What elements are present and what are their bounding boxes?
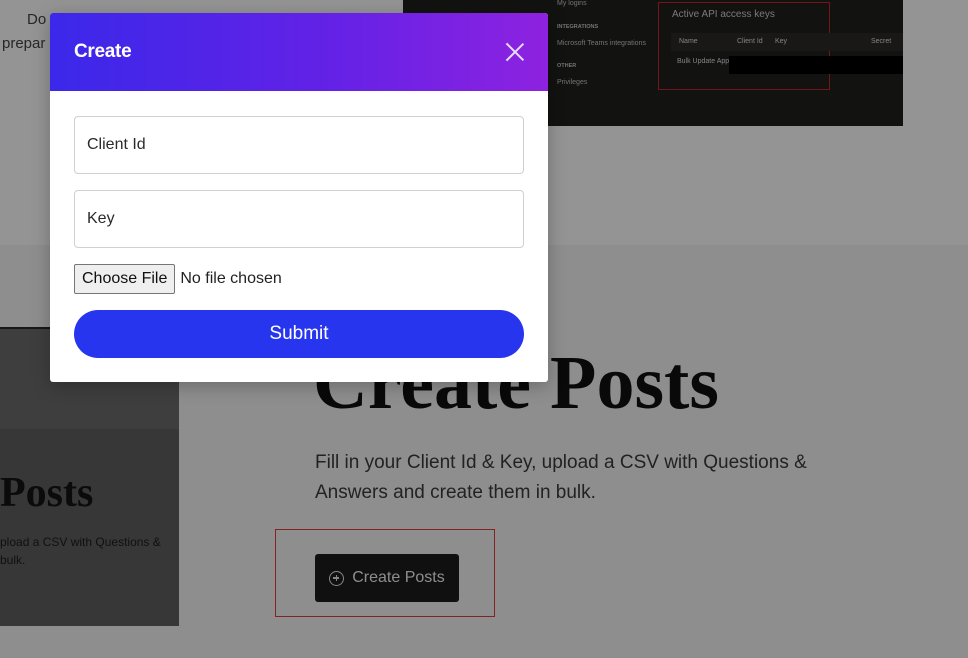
submit-button[interactable]: Submit xyxy=(74,310,524,358)
modal-header: Create xyxy=(50,13,548,91)
create-modal: Create Choose File No file chosen Submit xyxy=(50,13,548,382)
close-icon[interactable] xyxy=(505,42,525,62)
modal-title: Create xyxy=(74,41,132,62)
file-upload: Choose File No file chosen xyxy=(74,264,282,294)
no-file-text: No file chosen xyxy=(180,270,282,287)
choose-file-button[interactable]: Choose File xyxy=(74,264,176,294)
key-input[interactable] xyxy=(74,190,524,248)
client-id-input[interactable] xyxy=(74,116,524,174)
